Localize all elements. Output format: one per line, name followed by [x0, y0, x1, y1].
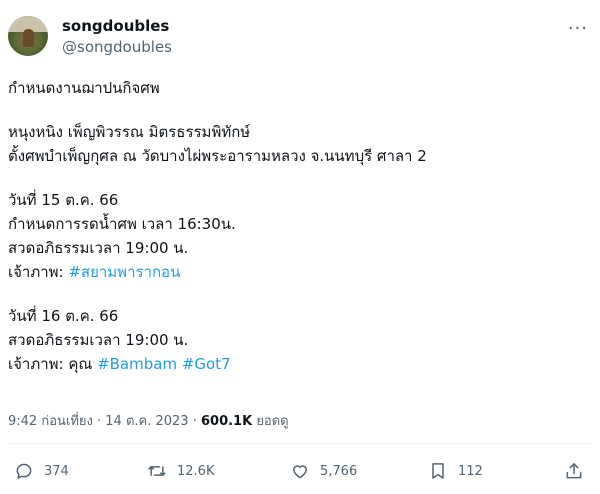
tweet-line: เจ้าภาพ: #สยามพารากอน — [8, 260, 588, 284]
action-bar: 374 12.6K 5,766 112 — [14, 459, 586, 483]
retweet-count: 12.6K — [177, 463, 215, 479]
reply-button[interactable]: 374 — [14, 459, 69, 483]
retweet-button[interactable]: 12.6K — [147, 459, 214, 483]
tweet-paragraph: หนุงหนิง เพ็ญพิวรรณ มิตรธรรมพิทักษ์ ตั้ง… — [8, 120, 588, 168]
share-button[interactable] — [564, 459, 584, 483]
text-segment: สวดอภิธรรมเวลา 19:00 น. — [8, 331, 189, 349]
text-segment: วันที่ 15 ต.ค. 66 — [8, 191, 119, 209]
tweet-meta: 9:42 ก่อนเที่ยง · 14 ต.ค. 2023 · 600.1K … — [8, 410, 289, 431]
tweet-line: เจ้าภาพ: คุณ #Bambam #Got7 — [8, 352, 588, 376]
handle[interactable]: @songdoubles — [62, 37, 172, 57]
like-count: 5,766 — [320, 463, 358, 479]
bookmark-button[interactable]: 112 — [428, 459, 483, 483]
tweet-line: หนุงหนิง เพ็ญพิวรรณ มิตรธรรมพิทักษ์ — [8, 120, 588, 144]
divider — [8, 443, 592, 444]
text-segment: ตั้งศพบำเพ็ญกุศล ณ วัดบางไผ่พระอารามหลวง… — [8, 147, 427, 165]
tweet-header: songdoubles @songdoubles ··· — [8, 14, 592, 64]
text-segment: สวดอภิธรรมเวลา 19:00 น. — [8, 239, 189, 257]
text-segment: เจ้าภาพ: คุณ — [8, 355, 98, 373]
more-horizontal-icon[interactable]: ··· — [568, 20, 588, 38]
avatar[interactable] — [8, 16, 48, 56]
tweet-line: วันที่ 15 ต.ค. 66 — [8, 188, 588, 212]
author-names: songdoubles @songdoubles — [62, 16, 172, 57]
heart-icon — [293, 465, 307, 479]
hashtag-link[interactable]: #Got7 — [182, 355, 231, 373]
tweet-date[interactable]: 14 ต.ค. 2023 — [105, 414, 188, 429]
display-name[interactable]: songdoubles — [62, 16, 172, 36]
bookmark-icon — [432, 463, 444, 479]
tweet-line: กำหนดการรดน้ำศพ เวลา 16:30น. — [8, 212, 588, 236]
reply-icon — [16, 463, 32, 479]
bookmark-count: 112 — [458, 463, 483, 479]
tweet-text: กำหนดงานฌาปนกิจศพ หนุงหนิง เพ็ญพิวรรณ มิ… — [8, 76, 588, 376]
text-segment: วันที่ 16 ต.ค. 66 — [8, 307, 119, 325]
tweet-line: ตั้งศพบำเพ็ญกุศล ณ วัดบางไผ่พระอารามหลวง… — [8, 144, 588, 168]
text-segment: หนุงหนิง เพ็ญพิวรรณ มิตรธรรมพิทักษ์ — [8, 123, 251, 141]
reply-count: 374 — [44, 463, 69, 479]
retweet-icon — [148, 466, 166, 476]
hashtag-link[interactable]: #Bambam — [97, 355, 177, 373]
meta-separator: · — [188, 414, 201, 429]
tweet-line: กำหนดงานฌาปนกิจศพ — [8, 76, 588, 100]
text-segment: กำหนดงานฌาปนกิจศพ — [8, 79, 160, 97]
tweet-paragraph: วันที่ 15 ต.ค. 66 กำหนดการรดน้ำศพ เวลา 1… — [8, 188, 588, 284]
tweet-paragraph: วันที่ 16 ต.ค. 66 สวดอภิธรรมเวลา 19:00 น… — [8, 304, 588, 376]
meta-separator: · — [92, 414, 106, 429]
hashtag-link[interactable]: #สยามพารากอน — [68, 263, 180, 281]
text-segment: เจ้าภาพ: — [8, 263, 69, 281]
tweet-paragraph: กำหนดงานฌาปนกิจศพ — [8, 76, 588, 100]
like-button[interactable]: 5,766 — [290, 459, 357, 483]
text-segment: กำหนดการรดน้ำศพ เวลา 16:30น. — [8, 215, 236, 233]
tweet-time[interactable]: 9:42 ก่อนเที่ยง — [8, 414, 93, 429]
views-count[interactable]: 600.1K — [201, 414, 252, 429]
share-icon — [566, 463, 582, 479]
views-label: ยอดดู — [252, 414, 289, 429]
tweet-line: วันที่ 16 ต.ค. 66 — [8, 304, 588, 328]
tweet-line: สวดอภิธรรมเวลา 19:00 น. — [8, 328, 588, 352]
tweet-line: สวดอภิธรรมเวลา 19:00 น. — [8, 236, 588, 260]
